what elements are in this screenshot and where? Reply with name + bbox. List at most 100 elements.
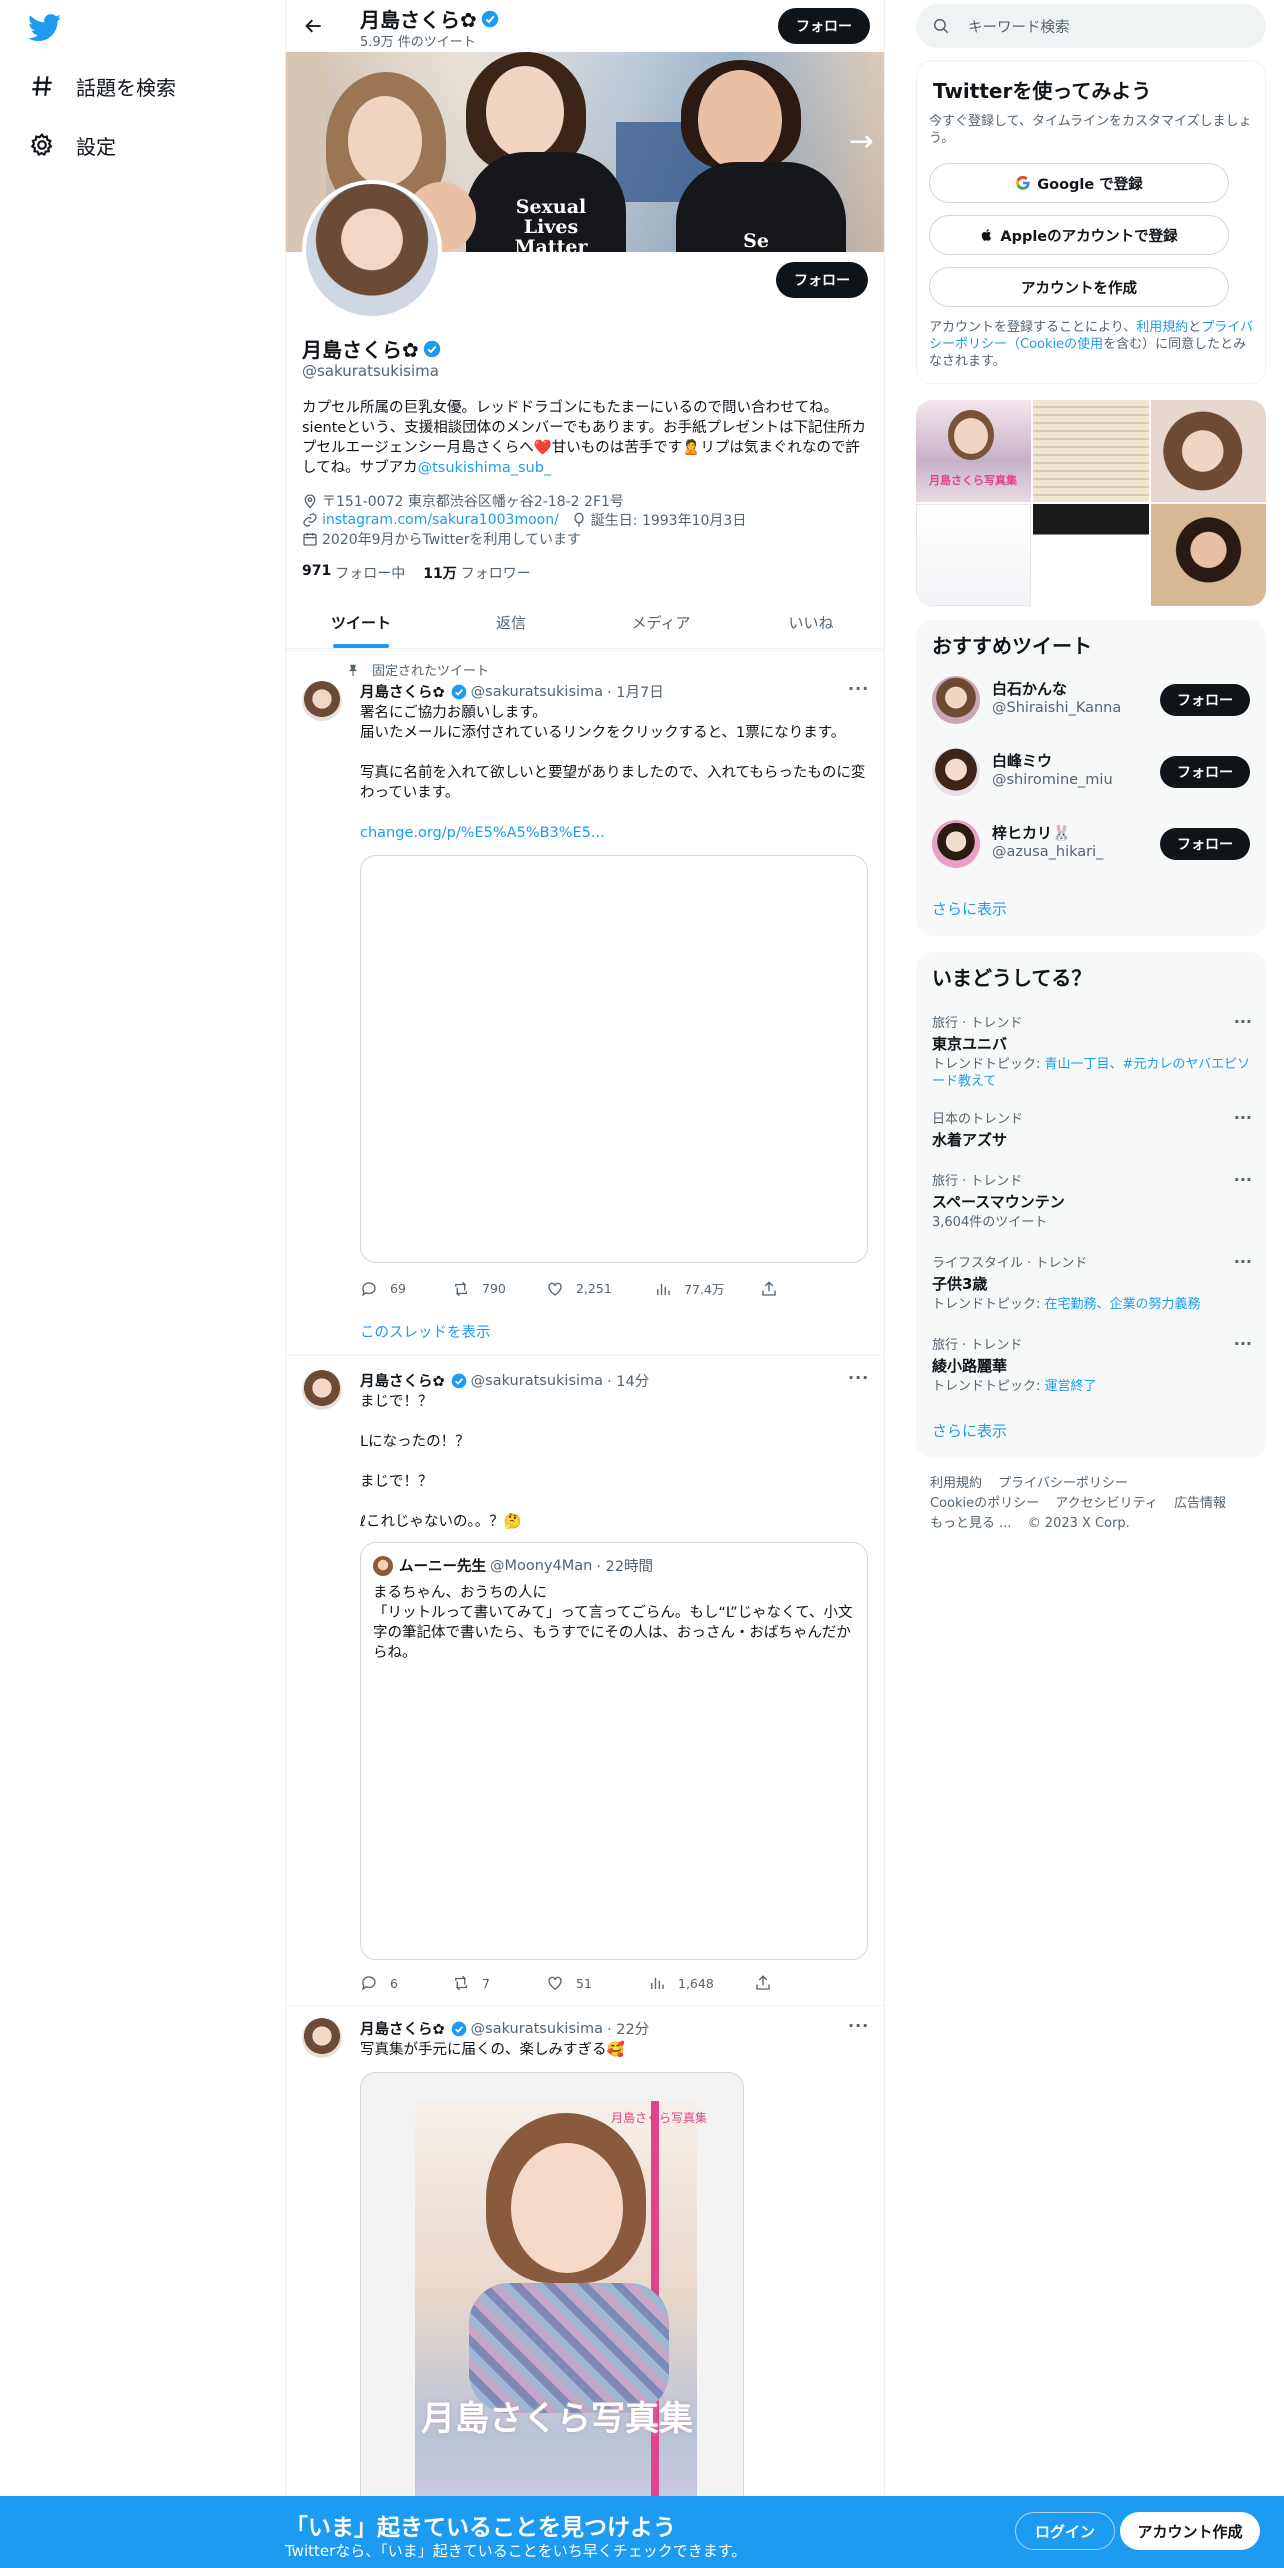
tab-media[interactable]: メディア [586,596,736,648]
signup-button[interactable]: アカウント作成 [1120,2512,1260,2550]
trend-item[interactable]: 日本のトレンド 水着アズサ ··· [932,1108,1252,1150]
tweet-time[interactable]: · 14分 [607,1370,649,1391]
twitter-logo-icon[interactable] [27,14,62,44]
trend-topics-link[interactable]: 運営終了 [1045,1379,1097,1394]
tweet-author-handle[interactable]: @sakuratsukisima [471,2021,603,2037]
trend-item[interactable]: ライフスタイル · トレンド 子供3歳 トレンドトピック: 在宅勤務、企業の努力… [932,1252,1252,1313]
tweet-author-handle[interactable]: @sakuratsukisima [471,684,603,700]
more-options-icon[interactable]: ··· [1234,1252,1252,1271]
retweet-button[interactable]: 790 [452,1279,546,1298]
tweet-card[interactable]: 月島さくら✿ @sakuratsukisima · 22分 ··· 写真集が手元… [286,2006,884,2568]
tab-likes[interactable]: いいね [736,596,884,648]
tweet-time[interactable]: · 22分 [607,2018,649,2039]
footer-cookie-link[interactable]: Cookieのポリシー [930,1496,1039,1511]
recommended-user[interactable]: 梓ヒカリ🐰 @azusa_hikari_ フォロー [932,816,1250,872]
media-thumbnail[interactable] [1033,400,1149,502]
profile-website-link[interactable]: instagram.com/sakura1003moon/ [322,512,559,528]
search-input[interactable]: キーワード検索 [916,4,1266,48]
tab-replies[interactable]: 返信 [436,596,586,648]
media-thumbnail[interactable] [1033,504,1149,606]
tweet-avatar[interactable] [302,681,342,721]
create-account-button[interactable]: アカウントを作成 [929,267,1229,307]
tweet-avatar[interactable] [302,2018,342,2058]
recommended-user[interactable]: 白石かんな @Shiraishi_Kanna フォロー [932,672,1250,728]
following-count[interactable]: 971 [302,563,331,583]
terms-link[interactable]: 利用規約 [1136,320,1188,335]
trend-item[interactable]: 旅行 · トレンド スペースマウンテン 3,604件のツイート ··· [932,1170,1252,1231]
link-preview-card[interactable] [360,855,868,1263]
media-thumbnail[interactable] [1150,400,1266,502]
recommended-name[interactable]: 白石かんな [992,678,1067,699]
tweet-author-name[interactable]: 月島さくら✿ [360,1370,445,1391]
trend-sub: トレンドトピック: 在宅勤務、企業の努力義務 [932,1296,1252,1313]
media-thumbnail[interactable]: 月島さくら写真集 [916,400,1032,502]
nav-settings[interactable]: 設定 [26,123,116,167]
like-button[interactable]: 51 [546,1974,648,1992]
media-thumbnail[interactable] [916,504,1032,606]
more-options-icon[interactable]: ··· [848,679,868,699]
retweet-button[interactable]: 7 [452,1974,546,1992]
footer-more-link[interactable]: もっと見る ... [930,1516,1012,1531]
more-options-icon[interactable]: ··· [848,1368,868,1388]
show-thread-link[interactable]: このスレッドを表示 [360,1321,491,1342]
nav-explore[interactable]: 話題を検索 [26,64,176,108]
tweet-time[interactable]: · 1月7日 [607,681,664,702]
more-options-icon[interactable]: ··· [848,2016,868,2036]
more-options-icon[interactable]: ··· [1234,1108,1252,1127]
hashtag-icon [26,70,58,102]
recommended-avatar[interactable] [932,676,980,724]
reply-button[interactable]: 69 [360,1279,452,1298]
profile-bio-mention-link[interactable]: @tsukishima_sub_ [418,460,552,476]
banner-shirt-text-2: Se [743,230,769,252]
tweet-card[interactable]: 月島さくら✿ @sakuratsukisima · 14分 ··· まじで！？ … [286,1356,884,2006]
profile-avatar[interactable] [302,180,442,320]
trend-item[interactable]: 旅行 · トレンド 東京ユニバ トレンドトピック: 青山一丁目、#元カレのヤバエ… [932,1012,1252,1090]
media-thumbnail[interactable] [1150,504,1266,606]
recommended-follow-button[interactable]: フォロー [1160,756,1250,788]
footer-terms-link[interactable]: 利用規約 [930,1476,982,1491]
views-button[interactable]: 77.4万 [654,1279,760,1298]
recommended-avatar[interactable] [932,748,980,796]
trend-topics-link[interactable]: 在宅勤務、企業の努力義務 [1045,1297,1201,1312]
views-button[interactable]: 1,648 [648,1974,754,1992]
recommended-user[interactable]: 白峰ミウ @shiromine_miu フォロー [932,744,1250,800]
apple-signup-button[interactable]: Appleのアカウントで登録 [929,215,1229,255]
more-options-icon[interactable]: ··· [1234,1170,1252,1189]
tweet-author-handle[interactable]: @sakuratsukisima [471,1373,603,1389]
tweet-photo[interactable]: 月島さくら写真集 月島さくら写真集 [360,2072,744,2568]
share-button[interactable] [754,1974,784,1992]
like-button[interactable]: 2,251 [546,1279,654,1298]
more-options-icon[interactable]: ··· [1234,1334,1252,1353]
recommended-follow-button[interactable]: フォロー [1160,828,1250,860]
back-arrow-icon[interactable] [298,10,330,42]
quoted-tweet[interactable]: ムーニー先生 @Moony4Man · 22時間 まるちゃん、おうちの人に 「リ… [360,1542,868,1960]
tweet-author-name[interactable]: 月島さくら✿ [360,681,445,702]
recommended-show-more[interactable]: さらに表示 [932,898,1007,919]
header-name: 月島さくら✿ [360,4,499,33]
footer-ads-link[interactable]: 広告情報 [1174,1496,1226,1511]
footer-privacy-link[interactable]: プライバシーポリシー [998,1476,1128,1491]
more-options-icon[interactable]: ··· [1234,1012,1252,1031]
tweet-link[interactable]: change.org/p/%E5%A5%B3%E5... [360,823,870,843]
followers-label[interactable]: フォロワー [461,563,531,583]
trend-item[interactable]: 旅行 · トレンド 綾小路麗華 トレンドトピック: 運営終了 ··· [932,1334,1252,1395]
google-signup-button[interactable]: Google で登録 [929,163,1229,203]
tweet-author-name[interactable]: 月島さくら✿ [360,2018,445,2039]
recommended-avatar[interactable] [932,820,980,868]
tab-tweets[interactable]: ツイート [286,596,436,648]
views-count: 77.4万 [684,1282,725,1297]
recommended-name[interactable]: 白峰ミウ [992,750,1052,771]
recommended-follow-button[interactable]: フォロー [1160,684,1250,716]
trends-show-more[interactable]: さらに表示 [932,1420,1007,1441]
header-follow-button[interactable]: フォロー [778,8,870,44]
login-button[interactable]: ログイン [1015,2512,1115,2550]
profile-follow-button[interactable]: フォロー [776,262,868,298]
share-button[interactable] [760,1279,790,1298]
followers-count[interactable]: 11万 [423,563,456,583]
reply-button[interactable]: 6 [360,1974,452,1992]
tweet-avatar[interactable] [302,1370,342,1410]
tweet-card[interactable]: 月島さくら✿ @sakuratsukisima · 1月7日 ··· 署名にご協… [286,650,884,1356]
following-label[interactable]: フォロー中 [335,563,405,583]
recommended-name[interactable]: 梓ヒカリ🐰 [992,822,1071,843]
footer-accessibility-link[interactable]: アクセシビリティ [1055,1496,1158,1511]
